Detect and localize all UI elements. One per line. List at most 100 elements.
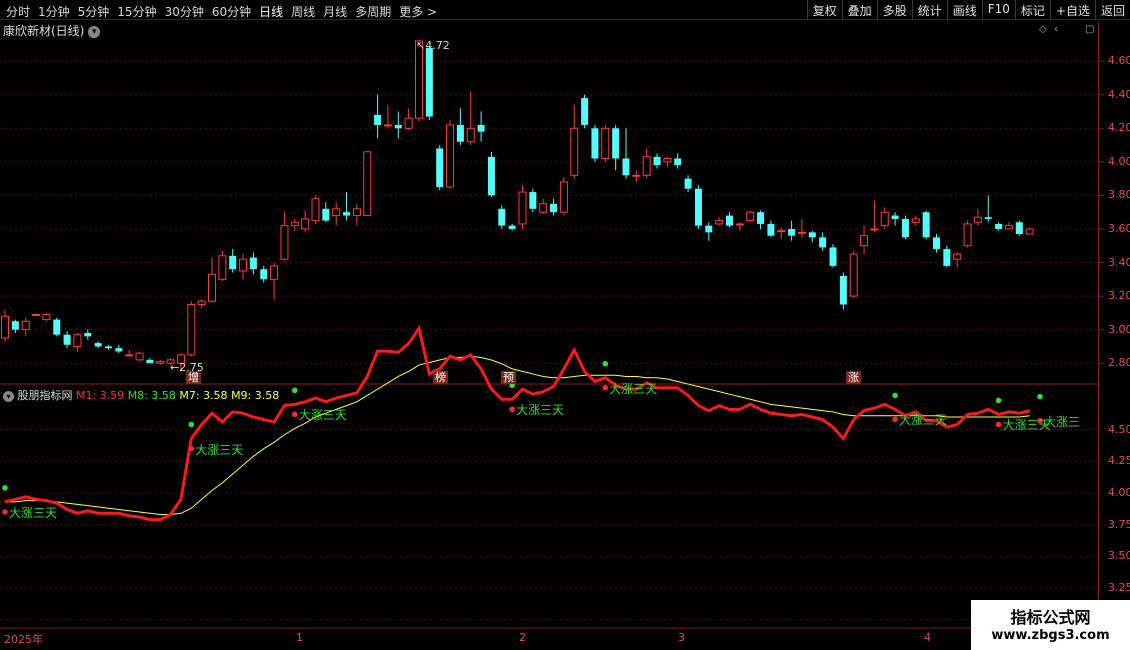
candle-down: [808, 232, 816, 238]
candle-down: [146, 359, 154, 364]
indicator-tick-label: 4.00: [1108, 486, 1130, 499]
candle-down: [529, 192, 537, 209]
candle-down: [84, 333, 92, 337]
candle-up: [601, 127, 610, 159]
signal-dot-red: [602, 384, 609, 391]
badge-list[interactable]: 榜: [433, 371, 448, 384]
candle-up: [746, 211, 755, 222]
candle-up: [280, 225, 289, 260]
candle-up: [849, 253, 858, 297]
candle-down: [767, 223, 775, 236]
watermark-title: 指标公式网: [1010, 608, 1091, 627]
candle-down: [622, 158, 630, 176]
low-arrow-icon: ←: [170, 361, 180, 374]
candle-up: [632, 174, 641, 177]
candle-down: [674, 158, 682, 166]
candle-up: [125, 354, 134, 357]
high-arrow-icon: ↖: [416, 39, 426, 52]
candle-down: [436, 148, 444, 188]
candle-up: [187, 303, 196, 356]
price-chart[interactable]: [0, 0, 1130, 650]
indicator-tick-label: 3.75: [1108, 517, 1130, 531]
candle-down: [374, 114, 382, 125]
candle-down: [105, 346, 112, 349]
candle-down: [394, 124, 402, 129]
price-tick-label: 3.40: [1108, 255, 1130, 269]
candle-up: [42, 314, 51, 321]
candle-down: [984, 217, 992, 219]
candle-down: [508, 225, 516, 229]
candle-up: [963, 223, 972, 247]
candle-down: [933, 237, 940, 250]
right-axis-divider: [1098, 22, 1099, 642]
candle-down: [922, 212, 930, 238]
signal-label: 大涨三天: [609, 381, 658, 396]
candle-up: [642, 156, 651, 176]
badge-forecast[interactable]: 预: [501, 371, 516, 384]
price-tick-label: 4.40: [1108, 87, 1130, 101]
indicator-tick-label: 3.50: [1108, 549, 1130, 563]
ma-line: [5, 355, 1030, 516]
candle-up: [466, 127, 475, 143]
candle-up: [415, 40, 423, 119]
signal-label: 大涨三天: [9, 505, 58, 520]
candle-up: [715, 220, 724, 225]
candle-up: [311, 198, 320, 222]
candle-up: [880, 211, 889, 227]
candle-down: [322, 208, 330, 221]
candle-down: [726, 215, 733, 226]
candle-down: [612, 128, 620, 159]
candle-down: [11, 321, 19, 330]
candle-down: [653, 156, 661, 166]
candle-up: [1025, 228, 1034, 235]
price-tick-label: 4.20: [1108, 121, 1130, 135]
indicator-tick-label: 4.50: [1108, 422, 1130, 436]
candle-down: [260, 269, 268, 280]
price-tick-label: 3.80: [1108, 188, 1130, 202]
signal-dot-red: [509, 406, 515, 413]
candle-up: [135, 352, 144, 361]
candle-down: [1015, 222, 1023, 235]
candle-down: [94, 343, 102, 347]
candle-up: [953, 253, 962, 260]
candle-down: [477, 124, 485, 132]
candle-up: [1004, 225, 1013, 230]
candle-up: [570, 127, 579, 176]
candle-up: [860, 235, 869, 247]
candle-down: [891, 215, 899, 219]
badge-increase[interactable]: 增: [186, 371, 201, 384]
candle-up: [663, 157, 672, 163]
signal-dot-red: [995, 421, 1002, 428]
candle-up: [332, 208, 341, 217]
candle-down: [229, 255, 237, 270]
signal-dot-green: [292, 387, 298, 394]
high-price-label: ↖4.72: [416, 39, 450, 52]
candle-up: [197, 300, 206, 305]
candle-up: [363, 151, 372, 217]
m7-value: M7: 3.58: [179, 389, 228, 402]
candle-down: [115, 348, 123, 352]
signal-dot-red: [2, 509, 8, 515]
candle-down: [456, 124, 464, 142]
price-tick-label: 3.00: [1108, 322, 1130, 336]
signal-dot-green: [602, 360, 609, 367]
price-tick-label: 2.80: [1108, 356, 1130, 370]
indicator-tick-label: 4.25: [1108, 454, 1130, 468]
x-label-mar: 3: [678, 631, 685, 644]
candle-down: [581, 98, 589, 125]
candle-up: [539, 203, 548, 213]
badge-rise[interactable]: 涨: [846, 371, 861, 384]
candle-down: [819, 237, 827, 248]
candle-up: [301, 218, 310, 230]
candle-up: [218, 255, 227, 280]
signal-dot-green: [1037, 393, 1043, 400]
candle-down: [249, 257, 257, 270]
candle-down: [550, 203, 558, 213]
indicator-menu-icon[interactable]: ▾: [3, 390, 14, 402]
high-price-value: 4.72: [425, 39, 450, 52]
x-label-year: 2025年: [4, 633, 43, 646]
candle-up: [870, 228, 879, 231]
signal-label: 大涨三天: [298, 408, 347, 423]
candle-up: [735, 223, 744, 226]
candle-down: [487, 156, 495, 196]
